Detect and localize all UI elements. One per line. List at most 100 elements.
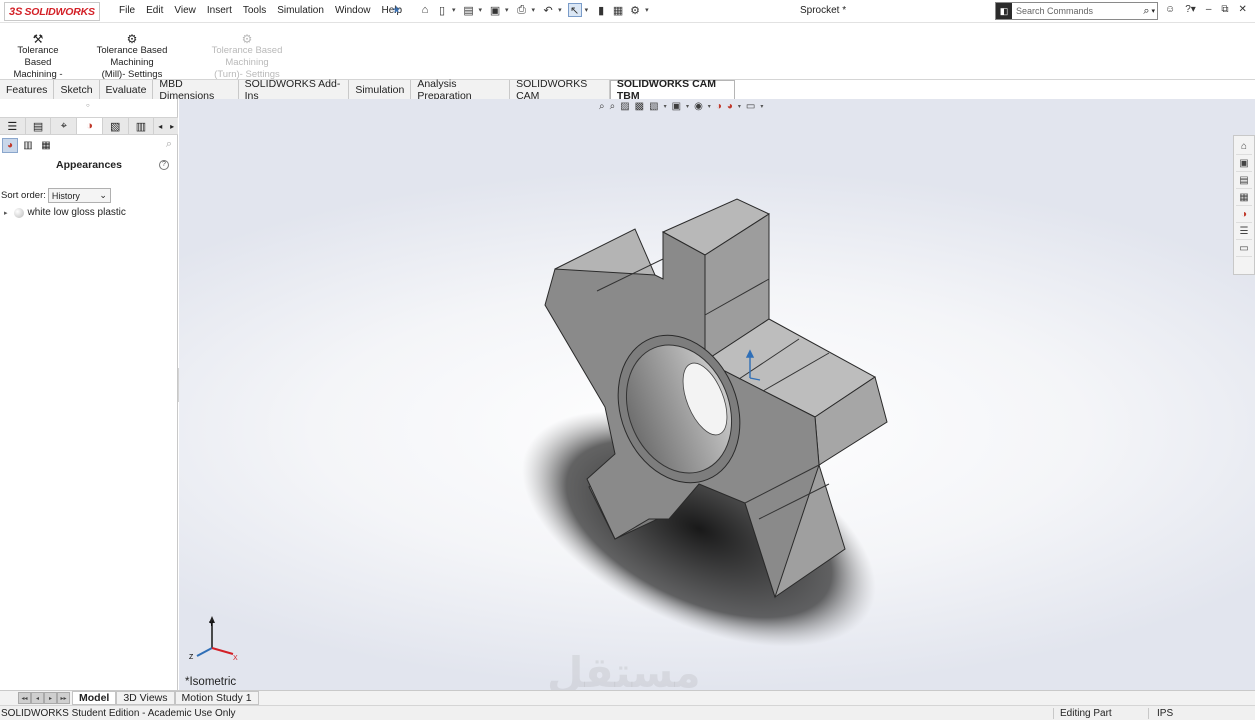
new-document-icon[interactable]: ▯ <box>435 3 449 17</box>
appearance-list-item[interactable]: ▸ white low gloss plastic <box>4 207 126 218</box>
select-dropdown-icon[interactable]: ▾ <box>585 6 589 14</box>
tab-evaluate[interactable]: Evaluate <box>99 80 154 99</box>
home-icon[interactable]: ⌂ <box>418 3 432 17</box>
print-dropdown-icon[interactable]: ▾ <box>532 6 536 14</box>
prev-tab-icon[interactable]: ◂ <box>31 692 44 704</box>
tab-mbd-dimensions[interactable]: MBD Dimensions <box>153 78 239 102</box>
open-dropdown-icon[interactable]: ▾ <box>479 6 483 14</box>
appearance-name: white low gloss plastic <box>27 207 126 218</box>
appearances-heading: Appearances <box>56 159 122 171</box>
view-palette-icon[interactable]: ▦ <box>1236 189 1252 206</box>
user-icon[interactable]: ☺ <box>1165 4 1175 15</box>
menu-file[interactable]: File <box>119 5 135 16</box>
configuration-manager-icon[interactable]: ⌖ <box>51 118 78 134</box>
last-tab-icon[interactable]: ▸▸ <box>57 692 70 704</box>
status-bar: SOLIDWORKS Student Edition - Academic Us… <box>0 705 1255 720</box>
solidworks-resources-icon[interactable]: ⌂ <box>1236 138 1252 155</box>
tab-simulation[interactable]: Simulation <box>349 80 412 99</box>
title-bar: 3S SOLIDWORKS File Edit View Insert Tool… <box>0 0 1255 23</box>
tab-solidworks-cam[interactable]: SOLIDWORKS CAM <box>510 78 610 102</box>
tab-3d-views[interactable]: 3D Views <box>116 691 175 705</box>
search-icon[interactable]: ⌕ <box>1143 5 1149 18</box>
appearances-filter-icon[interactable]: ◕ <box>2 137 18 153</box>
units-selector[interactable]: IPS <box>1148 708 1208 719</box>
search-commands[interactable]: ◧ Search Commands ⌕ ▾ <box>995 2 1158 20</box>
menu-simulation[interactable]: Simulation <box>277 5 324 16</box>
first-tab-icon[interactable]: ◂◂ <box>18 692 31 704</box>
sort-order-select[interactable]: History ⌄ <box>47 188 111 203</box>
chevron-down-icon: ⌄ <box>99 190 107 200</box>
appearances-scenes-icon[interactable]: ◑ <box>1236 206 1252 223</box>
command-manager-tabs: Features Sketch Evaluate MBD Dimensions … <box>0 78 735 102</box>
pane-handle-icon[interactable]: ○ <box>86 103 90 109</box>
help-icon[interactable]: ? <box>159 160 169 170</box>
solidworks-logo[interactable]: 3S SOLIDWORKS <box>4 2 100 21</box>
design-library-icon[interactable]: ▣ <box>1236 155 1252 172</box>
manager-pane: ○ ☰ ▤ ⌖ ◑ ▧ ▥ ◂ ▸ ◕ ▥ ▦ ⌕ Appearances ? … <box>0 99 178 690</box>
view-triad: Y Z X <box>189 616 238 662</box>
menu-window[interactable]: Window <box>335 5 371 16</box>
expand-arrow-icon[interactable]: ▸ <box>4 209 8 217</box>
pin-menu-icon[interactable]: ★ <box>392 5 401 16</box>
manager-tabs: ☰ ▤ ⌖ ◑ ▧ ▥ ◂ ▸ <box>0 117 178 135</box>
cam-feature-tree-icon[interactable]: ▧ <box>103 118 129 134</box>
svg-text:Y: Y <box>209 621 214 628</box>
gear-icon: ⚙ <box>126 32 138 46</box>
menu-tools[interactable]: Tools <box>243 5 266 16</box>
tab-analysis-preparation[interactable]: Analysis Preparation <box>411 78 511 102</box>
tabs-scroll-right-icon[interactable]: ▸ <box>166 122 178 131</box>
filter-search-icon[interactable]: ⌕ <box>166 138 172 151</box>
traffic-light-icon[interactable]: ▮ <box>594 3 608 17</box>
view-orientation-label: *Isometric <box>185 676 237 688</box>
save-dropdown-icon[interactable]: ▾ <box>505 6 509 14</box>
next-tab-icon[interactable]: ▸ <box>44 692 57 704</box>
bottom-tabs: ◂◂ ◂ ▸ ▸▸ Model 3D Views Motion Study 1 <box>0 690 1255 705</box>
search-dropdown-icon[interactable]: ▾ <box>1151 7 1155 15</box>
tab-solidworks-add-ins[interactable]: SOLIDWORKS Add-Ins <box>238 78 350 102</box>
menu-insert[interactable]: Insert <box>207 5 232 16</box>
save-icon[interactable]: ▣ <box>488 3 502 17</box>
help-icon[interactable]: ?▾ <box>1185 4 1196 15</box>
file-properties-icon[interactable]: ▦ <box>611 3 625 17</box>
tab-solidworks-cam-tbm[interactable]: SOLIDWORKS CAM TBM <box>609 78 735 102</box>
options-gear-icon[interactable]: ⚙ <box>628 3 642 17</box>
tab-sketch[interactable]: Sketch <box>54 80 100 99</box>
scenes-filter-icon[interactable]: ▦ <box>38 138 54 153</box>
sort-order-value: History <box>51 190 80 201</box>
property-manager-icon[interactable]: ▤ <box>26 118 52 134</box>
task-pane-tabs: ⌂ ▣ ▤ ▦ ◑ ☰ ▭ <box>1233 135 1255 275</box>
logo-text: SOLIDWORKS <box>24 5 95 18</box>
file-explorer-icon[interactable]: ▤ <box>1236 172 1252 189</box>
restore-icon[interactable]: ⧉ <box>1221 4 1228 15</box>
options-dropdown-icon[interactable]: ▾ <box>645 6 649 14</box>
graphics-area[interactable]: ⌕ ⌕ ▨ ▩ ▧ ▾ ▣ ▾ ◉ ▾ ◑ ◕ ▾ ▭ ▾ ⌂ ▣ ▤ ▦ ◑ … <box>179 99 1255 690</box>
appearances-manager-icon[interactable]: ◑ <box>77 118 103 134</box>
undo-dropdown-icon[interactable]: ▾ <box>558 6 562 14</box>
print-icon[interactable]: ⎙ <box>515 3 529 17</box>
menu-view[interactable]: View <box>174 5 196 16</box>
search-input[interactable]: Search Commands <box>1016 6 1143 16</box>
tbm-mill-settings-button[interactable]: ⚙ Tolerance Based Machining (Mill)- Sett… <box>78 33 186 81</box>
forum-icon[interactable]: ▭ <box>1236 240 1252 257</box>
tabs-scroll-left-icon[interactable]: ◂ <box>154 122 166 131</box>
cam-operation-tree-icon[interactable]: ▥ <box>129 118 155 134</box>
feature-manager-icon[interactable]: ☰ <box>0 118 26 134</box>
tab-features[interactable]: Features <box>0 80 55 99</box>
menu-edit[interactable]: Edit <box>146 5 163 16</box>
close-icon[interactable]: ✕ <box>1239 4 1247 15</box>
tbm-turn-label-1: Tolerance Based Machining <box>211 45 283 68</box>
select-pointer-icon[interactable]: ↖ <box>567 3 582 17</box>
tab-model[interactable]: Model <box>72 691 117 705</box>
command-manager: ⚒ Tolerance Based Machining - Run ⚙ Tole… <box>0 23 1255 92</box>
tab-motion-study-1[interactable]: Motion Study 1 <box>174 691 259 705</box>
undo-icon[interactable]: ↶ <box>541 3 555 17</box>
minimize-icon[interactable]: ‒ <box>1206 4 1212 15</box>
svg-text:X: X <box>233 655 238 662</box>
sort-order-label: Sort order: <box>1 190 46 201</box>
decals-filter-icon[interactable]: ▥ <box>20 138 36 153</box>
open-folder-icon[interactable]: ▤ <box>462 3 476 17</box>
new-dropdown-icon[interactable]: ▾ <box>452 6 456 14</box>
tbm-turn-settings-button: ⚙ Tolerance Based Machining (Turn)- Sett… <box>193 33 301 81</box>
sprocket-model[interactable] <box>179 99 1255 690</box>
custom-properties-icon[interactable]: ☰ <box>1236 223 1252 240</box>
